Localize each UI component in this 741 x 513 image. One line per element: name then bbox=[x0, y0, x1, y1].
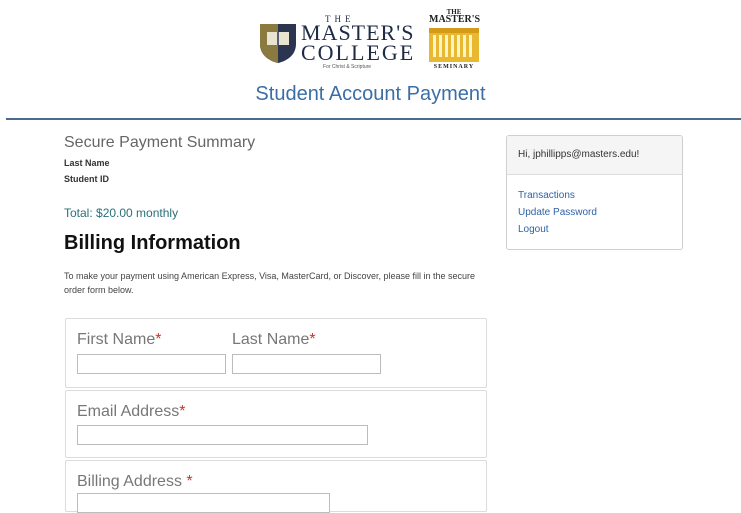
billing-address-label-text: Billing Address bbox=[77, 473, 187, 490]
last-name-label: Last Name bbox=[64, 158, 110, 168]
account-menu-header: Hi, jphillipps@masters.edu! bbox=[507, 136, 682, 175]
billing-instructions: To make your payment using American Expr… bbox=[64, 271, 476, 295]
student-id-label: Student ID bbox=[64, 174, 109, 184]
college-logo-tagline: For Christ & Scripture bbox=[323, 64, 372, 70]
update-password-link[interactable]: Update Password bbox=[518, 207, 597, 218]
college-shield-icon bbox=[260, 24, 296, 63]
required-marker: * bbox=[155, 331, 162, 348]
email-address-input[interactable] bbox=[77, 425, 368, 445]
required-marker: * bbox=[186, 473, 193, 490]
header-divider bbox=[6, 118, 741, 120]
account-menu: Hi, jphillipps@masters.edu! Transactions… bbox=[506, 135, 683, 250]
billing-address-input[interactable] bbox=[77, 493, 330, 513]
user-greeting: Hi, jphillipps@masters.edu! bbox=[518, 149, 640, 160]
required-marker: * bbox=[179, 403, 186, 420]
required-marker: * bbox=[309, 331, 316, 348]
seminary-colonnade-icon bbox=[429, 28, 479, 62]
header-logos: THE MASTER'S COLLEGE For Christ & Script… bbox=[0, 8, 741, 74]
seminary-logo-masters: MASTER'S bbox=[429, 14, 481, 25]
first-name-input[interactable] bbox=[77, 354, 226, 374]
seminary-logo-seminary: SEMINARY bbox=[433, 64, 475, 70]
email-field-panel: Email Address* bbox=[65, 390, 487, 458]
masters-college-logo[interactable]: THE MASTER'S COLLEGE For Christ & Script… bbox=[259, 14, 413, 70]
email-label-text: Email Address bbox=[77, 403, 180, 420]
transactions-link[interactable]: Transactions bbox=[518, 190, 575, 201]
logout-link[interactable]: Logout bbox=[518, 224, 549, 235]
billing-address-panel: Billing Address * bbox=[65, 460, 487, 513]
name-fields-panel: First Name* Last Name* bbox=[65, 318, 487, 388]
last-name-input[interactable] bbox=[232, 354, 381, 374]
payment-summary-title: Secure Payment Summary bbox=[64, 134, 256, 151]
last-name-label-text: Last Name bbox=[232, 331, 310, 348]
email-address-label: Email Address* bbox=[77, 403, 186, 421]
billing-information-title: Billing Information bbox=[64, 232, 241, 254]
first-name-label-text: First Name bbox=[77, 331, 156, 348]
masters-seminary-logo[interactable]: THE MASTER'S SEMINARY bbox=[425, 8, 483, 74]
college-logo-college: COLLEGE bbox=[301, 40, 416, 65]
last-name-field-label: Last Name* bbox=[232, 331, 316, 349]
first-name-label: First Name* bbox=[77, 331, 161, 349]
page-title: Student Account Payment bbox=[255, 83, 486, 105]
payment-total: Total: $20.00 monthly bbox=[64, 206, 179, 220]
seminary-logo-title: THE MASTER'S bbox=[429, 8, 481, 25]
billing-address-label: Billing Address * bbox=[77, 473, 193, 491]
